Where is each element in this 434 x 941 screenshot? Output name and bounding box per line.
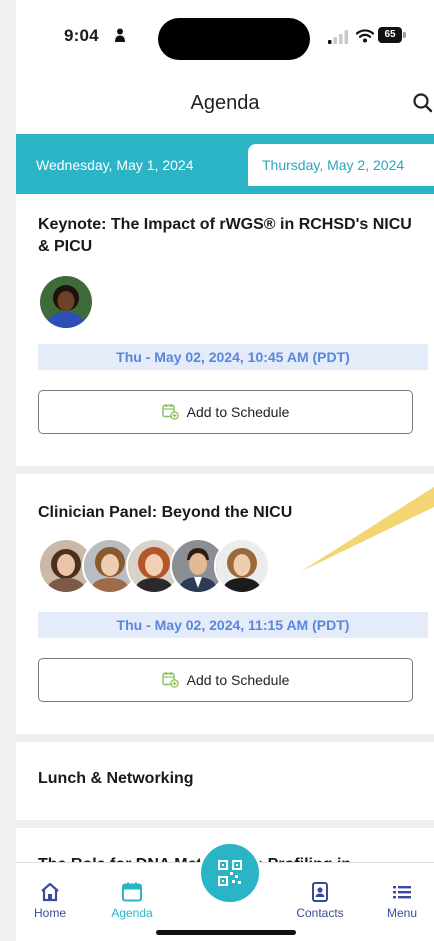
qr-code-icon xyxy=(218,860,242,886)
add-to-schedule-label: Add to Schedule xyxy=(186,672,290,688)
session-card[interactable]: Lunch & Networking xyxy=(16,742,434,820)
battery-icon: 65 xyxy=(378,27,406,43)
qr-scan-button[interactable] xyxy=(198,841,262,905)
status-bar: 9:04 65 xyxy=(16,0,434,72)
speaker-avatar[interactable] xyxy=(214,538,270,594)
speaker-avatar[interactable] xyxy=(38,274,94,330)
nav-agenda-label: Agenda xyxy=(111,906,153,920)
date-tabs: Wednesday, May 1, 2024 Thursday, May 2, … xyxy=(16,134,434,194)
home-icon xyxy=(41,882,59,902)
calendar-add-icon xyxy=(161,404,179,420)
nav-menu[interactable]: Menu xyxy=(372,881,432,920)
phone-screen: 9:04 65 Agenda Wednesday, May 1, 2024 Th… xyxy=(16,0,434,941)
nav-menu-label: Menu xyxy=(386,906,418,920)
tab-wednesday[interactable]: Wednesday, May 1, 2024 xyxy=(36,144,193,186)
add-to-schedule-button[interactable]: Add to Schedule xyxy=(38,390,413,434)
signal-icon xyxy=(328,30,348,44)
session-card[interactable]: Clinician Panel: Beyond the NICU Thu - M… xyxy=(16,474,434,734)
calendar-icon xyxy=(122,882,142,902)
session-title: Keynote: The Impact of rWGS® in RCHSD's … xyxy=(38,216,412,255)
home-indicator xyxy=(156,930,296,935)
contacts-icon xyxy=(312,882,328,902)
nav-agenda[interactable]: Agenda xyxy=(102,881,162,920)
add-to-schedule-button[interactable]: Add to Schedule xyxy=(38,658,413,702)
session-title: Clinician Panel: Beyond the NICU xyxy=(38,504,293,521)
dynamic-island xyxy=(158,18,310,60)
divider xyxy=(16,820,434,828)
app-header: Agenda xyxy=(16,72,434,134)
menu-icon xyxy=(393,886,411,899)
battery-level: 65 xyxy=(378,27,402,43)
nav-home-label: Home xyxy=(33,906,66,920)
divider xyxy=(16,734,434,742)
status-time: 9:04 xyxy=(64,26,99,45)
person-icon xyxy=(115,28,125,42)
session-title: Lunch & Networking xyxy=(38,770,194,787)
tab-thursday[interactable]: Thursday, May 2, 2024 xyxy=(248,144,434,186)
wifi-icon xyxy=(356,29,374,43)
divider xyxy=(16,466,434,474)
page-title: Agenda xyxy=(190,92,260,114)
session-time: Thu - May 02, 2024, 11:15 AM (PDT) xyxy=(38,612,428,638)
nav-home[interactable]: Home xyxy=(20,881,80,920)
calendar-add-icon xyxy=(161,672,179,688)
search-icon[interactable] xyxy=(412,92,434,114)
nav-contacts-label: Contacts xyxy=(296,906,344,920)
add-to-schedule-label: Add to Schedule xyxy=(186,404,290,420)
session-card[interactable]: Keynote: The Impact of rWGS® in RCHSD's … xyxy=(16,194,434,466)
nav-contacts[interactable]: Contacts xyxy=(290,881,350,920)
session-time: Thu - May 02, 2024, 10:45 AM (PDT) xyxy=(38,344,428,370)
